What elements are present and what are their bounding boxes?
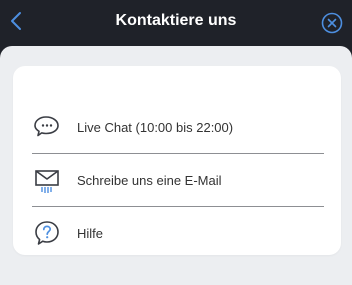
close-button[interactable] (320, 11, 344, 35)
contact-options-card: Live Chat (10:00 bis 22:00) Schreibe uns… (13, 66, 341, 255)
envelope-icon (32, 165, 62, 195)
close-circle-icon (321, 12, 343, 34)
menu-item-label: Hilfe (77, 225, 104, 241)
chevron-left-icon (11, 12, 21, 30)
page-title: Kontaktiere uns (115, 12, 237, 29)
top-bar: Kontaktiere uns (0, 0, 352, 46)
content-area: Live Chat (10:00 bis 22:00) Schreibe uns… (0, 46, 352, 285)
help-question-icon (32, 218, 62, 248)
menu-item-help[interactable]: Hilfe (32, 207, 324, 259)
menu-item-label: Live Chat (10:00 bis 22:00) (77, 119, 234, 135)
menu-item-email[interactable]: Schreibe uns eine E-Mail (32, 154, 324, 206)
chat-bubbles-icon (32, 112, 62, 142)
menu-item-live-chat[interactable]: Live Chat (10:00 bis 22:00) (32, 101, 324, 153)
menu-item-label: Schreibe uns eine E-Mail (77, 172, 222, 188)
back-button[interactable] (2, 6, 30, 36)
